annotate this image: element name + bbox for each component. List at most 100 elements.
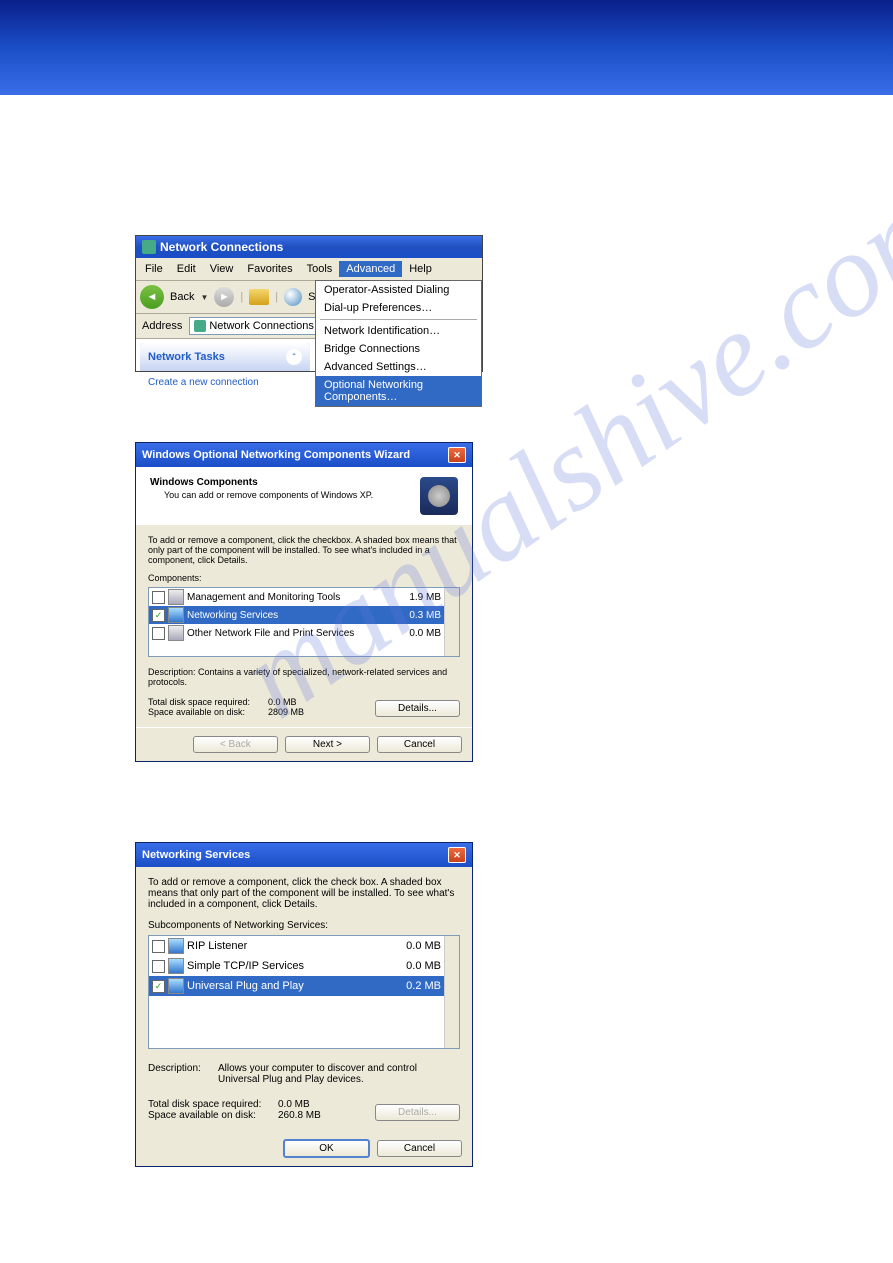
checkbox[interactable] <box>152 627 165 640</box>
search-icon[interactable] <box>284 288 302 306</box>
component-size: 0.0 MB <box>409 628 441 639</box>
wizard-dialog: Windows Optional Networking Components W… <box>135 442 473 762</box>
menu-advanced[interactable]: Advanced <box>339 261 402 277</box>
component-other-network[interactable]: Other Network File and Print Services 0.… <box>149 624 444 642</box>
subcomponents-label: Subcomponents of Networking Services: <box>148 920 460 931</box>
checkbox[interactable] <box>152 960 165 973</box>
description-label: Description: <box>148 667 196 677</box>
back-label: Back <box>170 291 194 303</box>
network-tasks-header[interactable]: Network Tasks ˆ <box>140 343 310 371</box>
menu-favorites[interactable]: Favorites <box>240 261 299 277</box>
back-button[interactable]: ◄ <box>140 285 164 309</box>
advanced-dropdown: Operator-Assisted Dialing Dial-up Prefer… <box>315 280 482 407</box>
component-size: 0.3 MB <box>409 610 441 621</box>
subcomponent-tcpip[interactable]: Simple TCP/IP Services 0.0 MB <box>149 956 444 976</box>
menu-item-network-id[interactable]: Network Identification… <box>316 322 481 340</box>
dialog-titlebar: Networking Services ✕ <box>136 843 472 867</box>
wizard-subheading: You can add or remove components of Wind… <box>164 490 373 500</box>
component-icon <box>168 625 184 641</box>
menu-view[interactable]: View <box>203 261 241 277</box>
menu-item-advanced-settings[interactable]: Advanced Settings… <box>316 358 481 376</box>
networking-services-dialog: Networking Services ✕ To add or remove a… <box>135 842 473 1167</box>
component-size: 1.9 MB <box>409 592 441 603</box>
subcomponent-name: RIP Listener <box>187 940 247 952</box>
scrollbar[interactable] <box>444 588 459 656</box>
address-icon <box>194 320 206 332</box>
close-button[interactable]: ✕ <box>448 847 466 863</box>
up-folder-icon[interactable] <box>249 289 269 305</box>
subcomponent-upnp[interactable]: ✓ Universal Plug and Play 0.2 MB <box>149 976 444 996</box>
disk-required: 0.0 MB <box>268 697 297 707</box>
wizard-buttons: < Back Next > Cancel <box>136 727 472 761</box>
disk-available: 2809 MB <box>268 707 304 717</box>
network-tasks-panel: Network Tasks ˆ Create a new connection <box>140 343 310 371</box>
subcomponent-name: Simple TCP/IP Services <box>187 960 304 972</box>
dialog-buttons: OK Cancel <box>136 1131 472 1166</box>
subcomponent-name: Universal Plug and Play <box>187 980 304 992</box>
subcomponent-size: 0.2 MB <box>406 980 441 992</box>
close-button[interactable]: ✕ <box>448 447 466 463</box>
component-mgmt-tools[interactable]: Management and Monitoring Tools 1.9 MB <box>149 588 444 606</box>
tasks-title: Network Tasks <box>148 351 225 363</box>
component-name: Networking Services <box>187 610 278 621</box>
window-title: Network Connections <box>160 240 283 254</box>
components-label: Components: <box>148 573 460 583</box>
checkbox[interactable] <box>152 940 165 953</box>
ok-button[interactable]: OK <box>283 1139 370 1158</box>
wizard-title: Windows Optional Networking Components W… <box>142 449 410 461</box>
window-titlebar: Network Connections <box>136 236 482 258</box>
disk-required-label: Total disk space required: <box>148 697 268 707</box>
checkbox[interactable]: ✓ <box>152 609 165 622</box>
component-icon <box>168 607 184 623</box>
subcomponent-size: 0.0 MB <box>406 960 441 972</box>
checkbox[interactable] <box>152 591 165 604</box>
component-name: Other Network File and Print Services <box>187 628 354 639</box>
menu-edit[interactable]: Edit <box>170 261 203 277</box>
menu-help[interactable]: Help <box>402 261 439 277</box>
disk-available: 260.8 MB <box>278 1110 321 1121</box>
disk-required-label: Total disk space required: <box>148 1099 278 1110</box>
menu-item-operator-dialing[interactable]: Operator-Assisted Dialing <box>316 281 481 299</box>
page-banner <box>0 0 893 95</box>
component-name: Management and Monitoring Tools <box>187 592 340 603</box>
description-label: Description: <box>148 1063 218 1085</box>
menu-file[interactable]: File <box>138 261 170 277</box>
cancel-button[interactable]: Cancel <box>377 1140 462 1157</box>
component-networking-services[interactable]: ✓ Networking Services 0.3 MB <box>149 606 444 624</box>
address-label: Address <box>139 320 185 332</box>
wizard-heading: Windows Components <box>150 477 373 488</box>
disk-available-label: Space available on disk: <box>148 707 268 717</box>
subcomponent-size: 0.0 MB <box>406 940 441 952</box>
back-dropdown-icon[interactable]: ▼ <box>200 293 208 302</box>
details-button: Details... <box>375 1104 460 1121</box>
details-button[interactable]: Details... <box>375 700 460 717</box>
subcomponent-rip[interactable]: RIP Listener 0.0 MB <box>149 936 444 956</box>
network-connections-window: Network Connections File Edit View Favor… <box>135 235 483 372</box>
subcomponent-icon <box>168 958 184 974</box>
menu-bar: File Edit View Favorites Tools Advanced … <box>136 258 482 281</box>
menu-item-dialup-prefs[interactable]: Dial-up Preferences… <box>316 299 481 317</box>
wizard-instructions: To add or remove a component, click the … <box>148 535 460 565</box>
subcomponent-icon <box>168 978 184 994</box>
component-icon <box>168 589 184 605</box>
next-button[interactable]: Next > <box>285 736 370 753</box>
wizard-icon <box>420 477 458 515</box>
menu-item-bridge[interactable]: Bridge Connections <box>316 340 481 358</box>
dialog-instructions: To add or remove a component, click the … <box>148 877 460 910</box>
back-button: < Back <box>193 736 278 753</box>
dialog-title: Networking Services <box>142 849 250 861</box>
task-create-connection[interactable]: Create a new connection <box>148 377 302 388</box>
menu-item-optional-networking[interactable]: Optional Networking Components… <box>316 376 481 406</box>
wizard-titlebar: Windows Optional Networking Components W… <box>136 443 472 467</box>
subcomponents-list: RIP Listener 0.0 MB Simple TCP/IP Servic… <box>148 935 460 1049</box>
checkbox[interactable]: ✓ <box>152 980 165 993</box>
forward-button[interactable]: ► <box>214 287 234 307</box>
description-text: Allows your computer to discover and con… <box>218 1063 460 1085</box>
components-list: Management and Monitoring Tools 1.9 MB ✓… <box>148 587 460 657</box>
cancel-button[interactable]: Cancel <box>377 736 462 753</box>
subcomponent-icon <box>168 938 184 954</box>
collapse-icon[interactable]: ˆ <box>286 349 302 365</box>
scrollbar[interactable] <box>444 936 459 1048</box>
menu-tools[interactable]: Tools <box>300 261 340 277</box>
window-icon <box>142 240 156 254</box>
